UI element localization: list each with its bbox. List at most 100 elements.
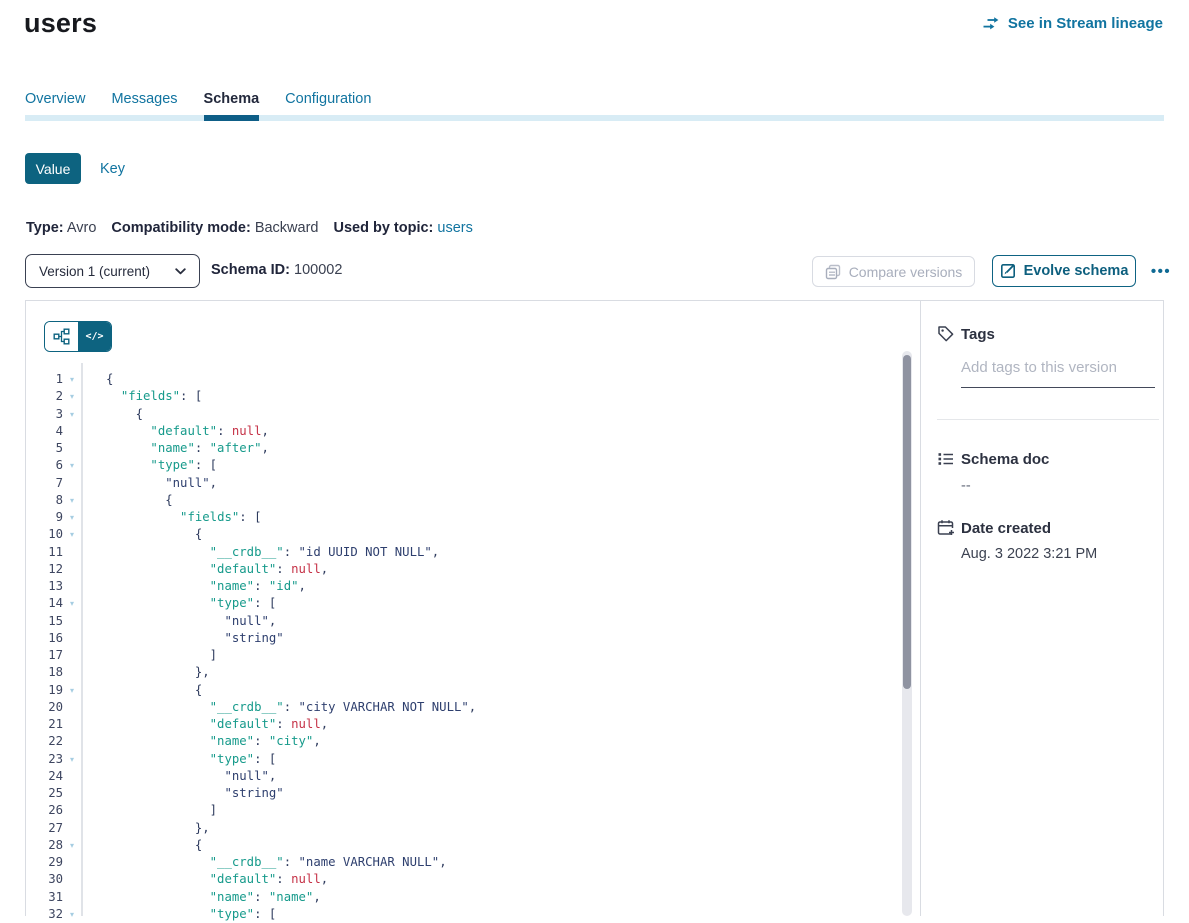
tab-schema[interactable]: Schema: [204, 91, 260, 121]
line-number: 10: [26, 526, 63, 543]
fold-spacer: [63, 768, 81, 785]
key-toggle-button[interactable]: Key: [100, 153, 125, 184]
schema-doc-heading: Schema doc: [961, 451, 1049, 468]
line-number: 3: [26, 406, 63, 423]
code-text: ]: [81, 802, 217, 819]
code-line: 4 "default": null,: [26, 423, 896, 440]
fold-arrow-icon[interactable]: ▾: [63, 906, 81, 923]
code-view-button[interactable]: </>: [78, 322, 111, 351]
line-number: 23: [26, 751, 63, 768]
code-line: 29 "__crdb__": "name VARCHAR NULL",: [26, 854, 896, 871]
topic-link[interactable]: users: [437, 220, 472, 236]
date-created-value: Aug. 3 2022 3:21 PM: [961, 546, 1097, 562]
line-number: 4: [26, 423, 63, 440]
sidebar-divider: [937, 419, 1159, 420]
fold-spacer: [63, 802, 81, 819]
line-number: 29: [26, 854, 63, 871]
code-text: {: [81, 492, 173, 509]
code-line: 5 "name": "after",: [26, 440, 896, 457]
chevron-down-icon: [175, 268, 186, 275]
line-number: 16: [26, 630, 63, 647]
schema-doc-icon: [937, 450, 955, 468]
compare-versions-button[interactable]: Compare versions: [812, 256, 975, 287]
code-line: 1▾{: [26, 371, 896, 388]
code-text: "__crdb__": "name VARCHAR NULL",: [81, 854, 447, 871]
fold-spacer: [63, 785, 81, 802]
line-number: 6: [26, 457, 63, 474]
fold-arrow-icon[interactable]: ▾: [63, 509, 81, 526]
line-number: 2: [26, 388, 63, 405]
more-actions-button[interactable]: •••: [1144, 255, 1178, 287]
evolve-schema-button[interactable]: Evolve schema: [992, 255, 1136, 287]
line-number: 12: [26, 561, 63, 578]
line-number: 14: [26, 595, 63, 612]
fold-arrow-icon[interactable]: ▾: [63, 371, 81, 388]
code-line: 25 "string": [26, 785, 896, 802]
line-number: 17: [26, 647, 63, 664]
code-text: },: [81, 664, 210, 681]
fold-spacer: [63, 423, 81, 440]
fold-spacer: [63, 440, 81, 457]
code-line: 32▾ "type": [: [26, 906, 896, 923]
value-toggle-button[interactable]: Value: [25, 153, 81, 184]
line-number: 25: [26, 785, 63, 802]
code-line: 16 "string": [26, 630, 896, 647]
fold-arrow-icon[interactable]: ▾: [63, 388, 81, 405]
code-line: 23▾ "type": [: [26, 751, 896, 768]
fold-arrow-icon[interactable]: ▾: [63, 682, 81, 699]
code-text: "default": null,: [81, 871, 328, 888]
fold-arrow-icon[interactable]: ▾: [63, 492, 81, 509]
code-text: {: [81, 682, 202, 699]
date-created-heading: Date created: [961, 520, 1051, 537]
line-number: 21: [26, 716, 63, 733]
schema-sidebar: Tags Schema doc -- Date created Aug. 3 2…: [922, 301, 1163, 916]
line-number: 1: [26, 371, 63, 388]
tag-icon: [937, 325, 955, 343]
fold-arrow-icon[interactable]: ▾: [63, 595, 81, 612]
schema-panel: </> 1▾{2▾ "fields": [3▾ {4 "default": nu…: [25, 300, 1164, 916]
code-line: 27 },: [26, 820, 896, 837]
tree-view-button[interactable]: [45, 322, 78, 351]
fold-spacer: [63, 561, 81, 578]
code-text: "name": "id",: [81, 578, 306, 595]
fold-arrow-icon[interactable]: ▾: [63, 751, 81, 768]
code-text: "type": [: [81, 751, 276, 768]
code-text: "name": "after",: [81, 440, 269, 457]
compare-versions-icon: [825, 264, 841, 280]
fold-spacer: [63, 820, 81, 837]
code-line: 15 "null",: [26, 613, 896, 630]
code-line: 31 "name": "name",: [26, 889, 896, 906]
code-text: "__crdb__": "city VARCHAR NOT NULL",: [81, 699, 476, 716]
code-line: 30 "default": null,: [26, 871, 896, 888]
code-text: "name": "city",: [81, 733, 321, 750]
fold-arrow-icon[interactable]: ▾: [63, 526, 81, 543]
tags-input[interactable]: [961, 359, 1155, 388]
code-text: "type": [: [81, 457, 217, 474]
code-text: "string": [81, 785, 284, 802]
code-text: "default": null,: [81, 423, 269, 440]
code-line: 17 ]: [26, 647, 896, 664]
fold-arrow-icon[interactable]: ▾: [63, 457, 81, 474]
code-text: {: [81, 837, 202, 854]
see-in-stream-lineage-link[interactable]: See in Stream lineage: [982, 15, 1163, 32]
code-line: 20 "__crdb__": "city VARCHAR NOT NULL",: [26, 699, 896, 716]
fold-arrow-icon[interactable]: ▾: [63, 406, 81, 423]
version-select[interactable]: Version 1 (current): [25, 254, 200, 288]
code-text: "null",: [81, 613, 276, 630]
fold-arrow-icon[interactable]: ▾: [63, 837, 81, 854]
code-text: },: [81, 820, 210, 837]
schema-editor-pane: </> 1▾{2▾ "fields": [3▾ {4 "default": nu…: [26, 301, 921, 916]
line-number: 19: [26, 682, 63, 699]
compare-versions-label: Compare versions: [849, 264, 963, 280]
used-by-topic-field: Used by topic: users: [333, 220, 472, 236]
schema-id-field: Schema ID: 100002: [211, 262, 342, 278]
fold-spacer: [63, 733, 81, 750]
code-line: 26 ]: [26, 802, 896, 819]
line-number: 28: [26, 837, 63, 854]
code-text: "string": [81, 630, 284, 647]
line-number: 20: [26, 699, 63, 716]
code-text: "null",: [81, 768, 276, 785]
fold-spacer: [63, 664, 81, 681]
fold-spacer: [63, 854, 81, 871]
editor-scrollbar-thumb[interactable]: [903, 355, 911, 689]
